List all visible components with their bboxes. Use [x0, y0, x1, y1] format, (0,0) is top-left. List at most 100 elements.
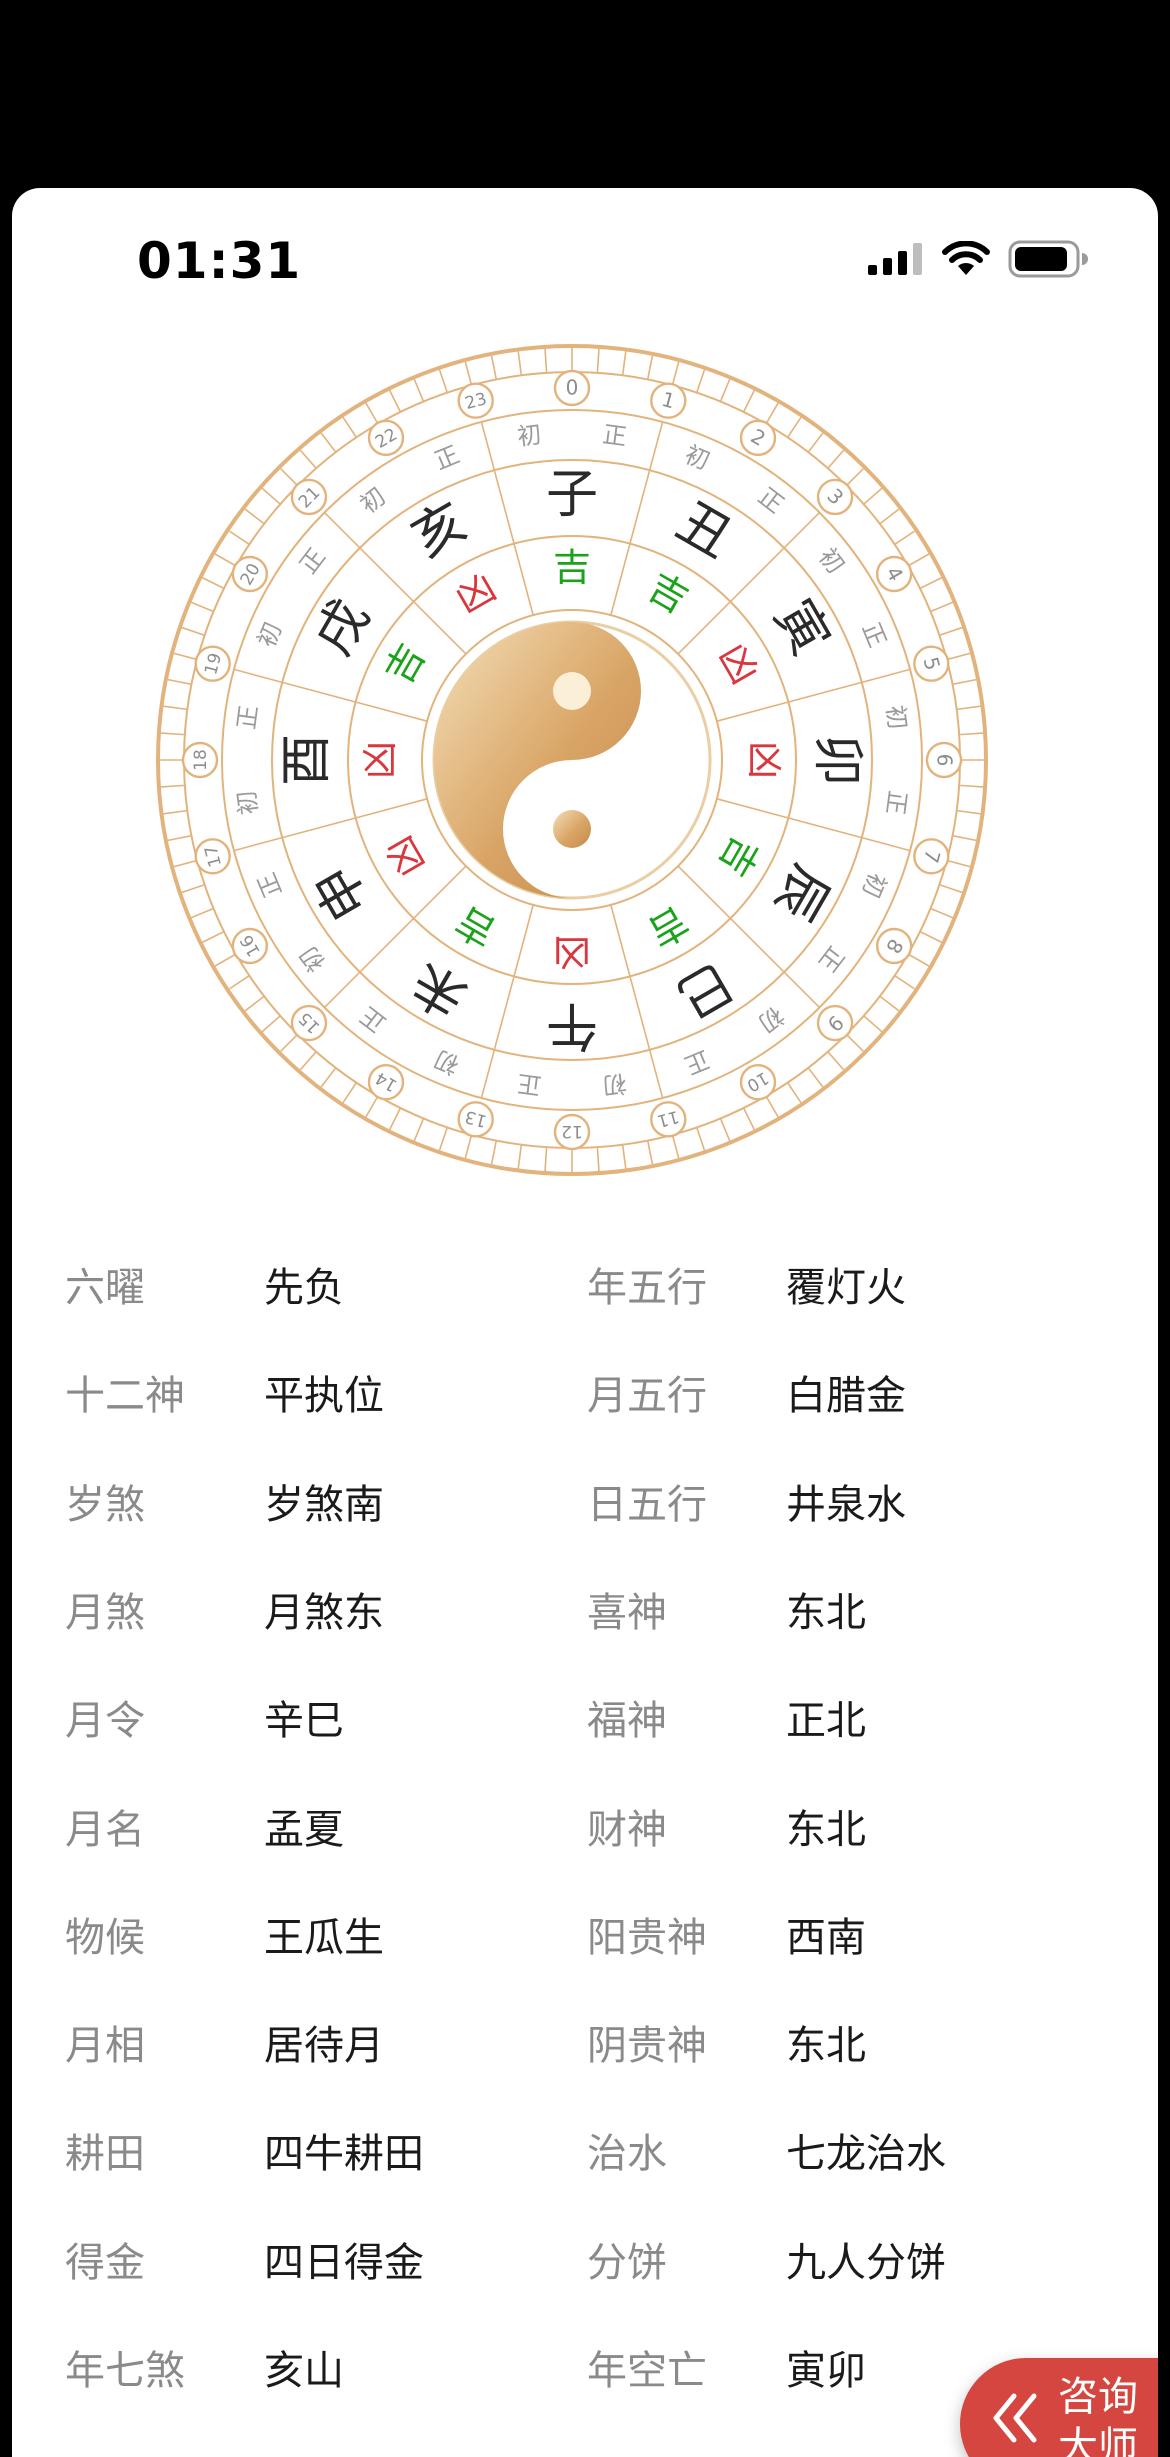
- info-value: 东北: [786, 1806, 866, 1853]
- hour-marker: 14: [367, 1063, 405, 1101]
- info-label: 物候: [65, 1914, 145, 1961]
- hour-marker: 3: [816, 478, 854, 516]
- info-label: 月令: [65, 1698, 145, 1745]
- consult-master-button[interactable]: 咨询 大师: [960, 2358, 1158, 2457]
- info-value: 七龙治水: [786, 2131, 946, 2178]
- phase-label: 初: [601, 1069, 628, 1100]
- info-value: 先负: [264, 1265, 344, 1311]
- info-value: 王瓜生: [264, 1914, 384, 1961]
- info-label: 年五行: [587, 1265, 707, 1311]
- earthly-branch-label: 子: [546, 465, 598, 525]
- info-label: 得金: [65, 2239, 145, 2286]
- info-value: 月煞东: [264, 1589, 384, 1636]
- phase-label: 正: [601, 420, 628, 451]
- info-value: 四日得金: [264, 2239, 424, 2286]
- hour-marker: 10: [739, 1063, 777, 1101]
- hour-marker: 7: [913, 838, 950, 875]
- phase-label: 正: [516, 1069, 543, 1100]
- phase-label: 初: [516, 420, 543, 451]
- info-label: 月煞: [65, 1589, 145, 1636]
- hour-marker: 21: [290, 478, 328, 516]
- hour-marker: 15: [290, 1004, 328, 1042]
- info-row: 十二神 平执位 月五行 白腊金: [12, 1356, 1158, 1436]
- info-label: 阳贵神: [587, 1914, 707, 1961]
- info-value: 辛巳: [264, 1698, 344, 1745]
- info-value: 岁煞南: [264, 1481, 384, 1528]
- info-value: 东北: [786, 2023, 866, 2070]
- info-row: 月煞 月煞东 喜神 东北: [12, 1573, 1158, 1653]
- info-value: 东北: [786, 1589, 866, 1636]
- hour-marker: 16: [231, 927, 269, 965]
- info-row: 月名 孟夏 财神 东北: [12, 1790, 1158, 1870]
- hour-marker: 19: [194, 645, 231, 682]
- hour-marker: 1: [650, 382, 687, 419]
- earthly-branch-label: 午: [546, 995, 598, 1055]
- shichen-wheel: 0 1 2 3 4 5 6 7 8 9 10 11 12 13 14 15 16 17 18 19 20 21 22 23 正初…: [152, 340, 992, 1180]
- info-row: 物候 王瓜生 阳贵神 西南: [12, 1898, 1158, 1978]
- info-label: 六曜: [65, 1265, 145, 1311]
- info-label: 耕田: [65, 2131, 145, 2178]
- phase-label: 正: [881, 789, 912, 816]
- hour-marker: 23: [457, 382, 494, 419]
- app-sheet: 01:31 0 1 2 3 4 5 6 7 8 9 10 11 12 13 14…: [12, 188, 1158, 2457]
- info-row: 耕田 四牛耕田 治水 七龙治水: [12, 2114, 1158, 2194]
- phase-label: 初: [881, 704, 912, 731]
- cellular-signal-icon: [868, 243, 922, 275]
- hour-number: 12: [561, 1121, 583, 1141]
- hour-marker: 11: [650, 1101, 687, 1138]
- earthly-branch-label: 酉: [277, 734, 337, 786]
- hour-number: 18: [191, 749, 211, 771]
- info-value: 寅卯: [786, 2348, 866, 2394]
- hour-marker: 17: [194, 838, 231, 875]
- info-value: 平执位: [264, 1373, 384, 1420]
- hour-marker: 6: [925, 741, 963, 779]
- phase-label: 初: [232, 789, 263, 816]
- hour-number: 6: [933, 754, 957, 767]
- info-row: 六曜 先负 年五行 覆灯火: [12, 1248, 1158, 1328]
- hour-marker: 20: [231, 555, 269, 593]
- hour-marker: 0: [553, 369, 591, 407]
- info-label: 财神: [587, 1806, 667, 1853]
- hour-marker: 12: [553, 1113, 591, 1151]
- info-value: 居待月: [264, 2023, 384, 2070]
- hour-marker: 18: [181, 741, 219, 779]
- status-time: 01:31: [137, 232, 302, 290]
- consult-label-line2: 大师: [1058, 2424, 1138, 2457]
- info-label: 岁煞: [65, 1481, 145, 1528]
- luck-label: 吉: [553, 546, 591, 590]
- info-value: 西南: [786, 1914, 866, 1961]
- hour-marker: 5: [913, 645, 950, 682]
- battery-icon: [1008, 240, 1088, 278]
- info-value: 四牛耕田: [264, 2131, 424, 2178]
- info-label: 日五行: [587, 1481, 707, 1528]
- yin-yang-icon: [432, 620, 712, 900]
- info-label: 月相: [65, 2023, 145, 2070]
- hour-marker: 2: [739, 419, 777, 457]
- info-label: 喜神: [587, 1589, 667, 1636]
- wifi-icon: [942, 241, 990, 275]
- luck-label: 凶: [743, 741, 787, 779]
- info-value: 白腊金: [786, 1373, 906, 1420]
- consult-label-line1: 咨询: [1058, 2374, 1138, 2420]
- info-label: 月五行: [587, 1373, 707, 1420]
- info-value: 井泉水: [786, 1481, 906, 1528]
- phase-label: 正: [232, 704, 263, 731]
- info-label: 年空亡: [587, 2348, 707, 2394]
- info-value: 覆灯火: [786, 1265, 906, 1311]
- double-chevron-left-icon: [993, 2393, 1037, 2443]
- info-value: 正北: [786, 1698, 866, 1745]
- status-icons: [868, 240, 1088, 278]
- luck-label: 凶: [553, 931, 591, 975]
- info-label: 月名: [65, 1806, 145, 1853]
- info-label: 阴贵神: [587, 2023, 707, 2070]
- hour-marker: 8: [875, 927, 913, 965]
- info-value: 九人分饼: [786, 2239, 946, 2286]
- info-row: 得金 四日得金 分饼 九人分饼: [12, 2223, 1158, 2303]
- info-value: 孟夏: [264, 1806, 344, 1853]
- hour-marker: 13: [457, 1101, 494, 1138]
- info-label: 福神: [587, 1698, 667, 1745]
- hour-marker: 9: [816, 1004, 854, 1042]
- earthly-branch-label: 卯: [807, 734, 867, 786]
- luck-label: 凶: [358, 741, 402, 779]
- info-label: 年七煞: [65, 2348, 185, 2394]
